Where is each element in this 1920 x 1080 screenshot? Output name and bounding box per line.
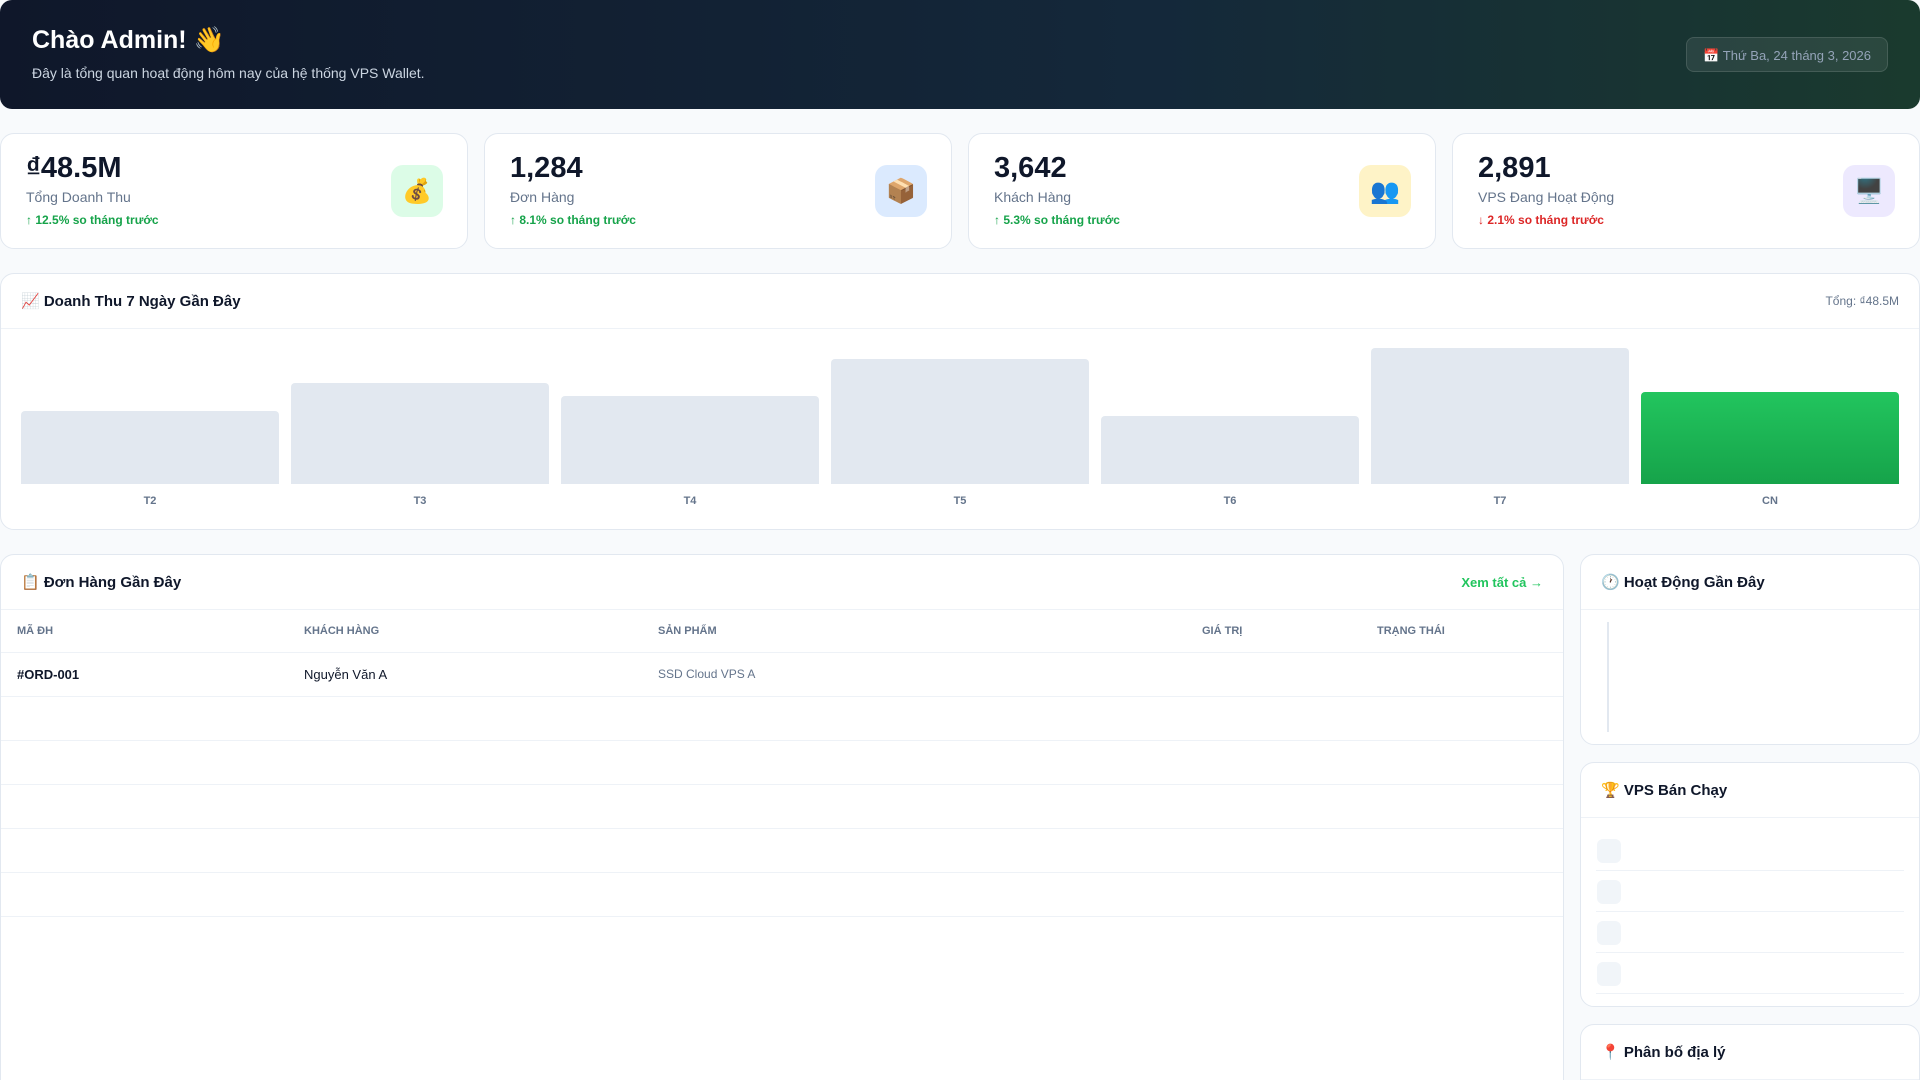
order-customer: Nguyễn Văn A [288, 652, 642, 697]
revenue-bar-cn[interactable] [1641, 391, 1899, 484]
stat-change: ↑ 8.1% so tháng trước [510, 213, 636, 227]
activity-timeline [1607, 622, 1609, 732]
stat-change: ↑ 5.3% so tháng trước [994, 213, 1120, 227]
stat-value: 1,284 [510, 152, 583, 184]
order-id: #ORD-001 [1, 652, 288, 697]
list-item-skeleton [1596, 830, 1904, 871]
column-header[interactable]: TRẠNG THÁI [1361, 610, 1563, 653]
stat-label: Đơn Hàng [510, 189, 575, 205]
revenue-bar-t4[interactable] [561, 395, 819, 484]
revenue-bar-t7[interactable] [1371, 348, 1629, 484]
bar-label: CN [1762, 495, 1778, 507]
monitor-icon: 🖥️ [1843, 165, 1895, 217]
stat-value: 3,642 [994, 152, 1067, 184]
card-header: 📈 Doanh Thu 7 Ngày Gần Đây Tổng: ₫48.5M [1, 274, 1919, 329]
welcome-banner: Chào Admin! 👋 Đây là tổng quan hoạt động… [0, 0, 1920, 109]
column-header[interactable]: MÃ ĐH [1, 610, 288, 653]
list-item-skeleton [1596, 912, 1904, 953]
bar-label: T3 [413, 495, 427, 507]
orders-title: 📋 Đơn Hàng Gần Đây [21, 574, 182, 591]
recent-activity-card: 🕐 Hoạt Động Gần Đây [1580, 554, 1920, 745]
skeleton-icon [1597, 880, 1621, 904]
stat-card-active-vps: 2,891 VPS Đang Hoạt Động ↓ 2.1% so tháng… [1452, 133, 1920, 249]
card-header: 🕐 Hoạt Động Gần Đây [1581, 555, 1919, 610]
column-header[interactable]: SẢN PHẨM [642, 610, 1186, 653]
order-value [1186, 652, 1361, 697]
skeleton-icon [1597, 839, 1621, 863]
table-row[interactable]: #ORD-001 Nguyễn Văn A SSD Cloud VPS A [1, 652, 1563, 697]
top-vps-card: 🏆 VPS Bán Chạy [1580, 762, 1920, 1007]
revenue-bar-t3[interactable] [291, 383, 549, 484]
bar-label: T6 [1223, 495, 1237, 507]
welcome-subtitle: Đây là tổng quan hoạt động hôm nay của h… [32, 65, 425, 81]
order-product: SSD Cloud VPS A [642, 652, 1186, 697]
revenue-bar-t2[interactable] [21, 410, 279, 484]
table-row-placeholder [1, 872, 1563, 917]
date-badge: 📅 Thứ Ba, 24 tháng 3, 2026 [1686, 37, 1888, 72]
card-header: 📍 Phân bố địa lý [1581, 1025, 1919, 1080]
revenue-bar-t6[interactable] [1101, 416, 1359, 484]
stat-value: 2,891 [1478, 152, 1551, 184]
stat-card-revenue: ₫48.5M Tổng Doanh Thu ↑ 12.5% so tháng t… [0, 133, 468, 249]
list-item-skeleton [1596, 871, 1904, 912]
stat-change: ↑ 12.5% so tháng trước [26, 213, 159, 227]
orders-table: MÃ ĐH KHÁCH HÀNG SẢN PHẨM GIÁ TRỊ TRẠNG … [1, 610, 1563, 917]
geo-title: 📍 Phân bố địa lý [1601, 1044, 1726, 1061]
revenue-bar-t5[interactable] [831, 358, 1089, 484]
revenue-chart-card: 📈 Doanh Thu 7 Ngày Gần Đây Tổng: ₫48.5M … [0, 273, 1920, 530]
order-status [1361, 652, 1563, 697]
geo-distribution-card: 📍 Phân bố địa lý [1580, 1024, 1920, 1080]
table-row-placeholder [1, 696, 1563, 741]
stat-change: ↓ 2.1% so tháng trước [1478, 213, 1604, 227]
card-header: 🏆 VPS Bán Chạy [1581, 763, 1919, 818]
stat-label: Khách Hàng [994, 189, 1072, 205]
stat-label: Tổng Doanh Thu [26, 189, 131, 205]
welcome-title: Chào Admin! 👋 [32, 26, 225, 54]
column-header[interactable]: GIÁ TRỊ [1186, 610, 1361, 653]
column-header[interactable]: KHÁCH HÀNG [288, 610, 642, 653]
stat-value: ₫48.5M [26, 152, 122, 184]
stat-card-customers: 3,642 Khách Hàng ↑ 5.3% so tháng trước 👥 [968, 133, 1436, 249]
table-row-placeholder [1, 828, 1563, 873]
card-header: 📋 Đơn Hàng Gần Đây Xem tất cả → [1, 555, 1563, 610]
stat-label: VPS Đang Hoạt Động [1478, 189, 1615, 205]
users-icon: 👥 [1359, 165, 1411, 217]
table-header-row: MÃ ĐH KHÁCH HÀNG SẢN PHẨM GIÁ TRỊ TRẠNG … [1, 610, 1563, 653]
skeleton-icon [1597, 921, 1621, 945]
chart-title: 📈 Doanh Thu 7 Ngày Gần Đây [21, 293, 241, 310]
stat-card-orders: 1,284 Đơn Hàng ↑ 8.1% so tháng trước 📦 [484, 133, 952, 249]
list-item-skeleton [1596, 953, 1904, 994]
view-all-link[interactable]: Xem tất cả → [1461, 575, 1543, 590]
recent-orders-card: 📋 Đơn Hàng Gần Đây Xem tất cả → MÃ ĐH KH… [0, 554, 1564, 1080]
chart-total: Tổng: ₫48.5M [1825, 294, 1899, 308]
activity-title: 🕐 Hoạt Động Gần Đây [1601, 574, 1765, 591]
skeleton-icon [1597, 962, 1621, 986]
bar-label: T7 [1493, 495, 1507, 507]
bar-label: T5 [953, 495, 967, 507]
top-vps-title: 🏆 VPS Bán Chạy [1601, 782, 1728, 799]
bar-label: T2 [143, 495, 157, 507]
bar-chart [21, 334, 1899, 484]
money-bag-icon: 💰 [391, 165, 443, 217]
table-row-placeholder [1, 740, 1563, 785]
bar-label: T4 [683, 495, 697, 507]
table-row-placeholder [1, 784, 1563, 829]
package-icon: 📦 [875, 165, 927, 217]
